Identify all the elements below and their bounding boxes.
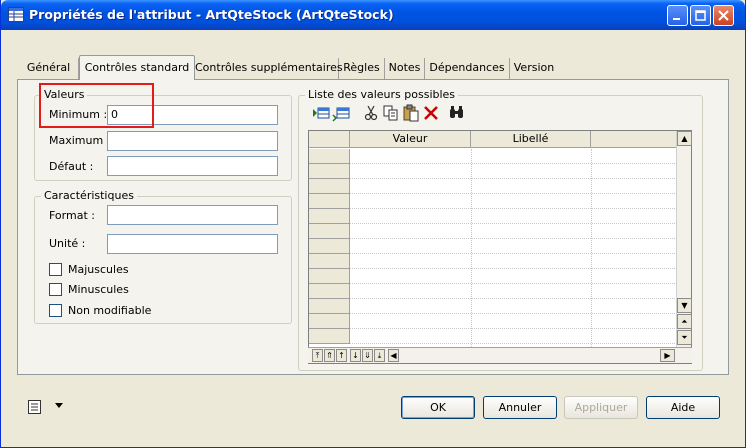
non-modifiable-label: Non modifiable bbox=[68, 304, 152, 317]
move-bottom-icon[interactable]: ⤓ bbox=[374, 349, 385, 362]
grid-horizontal-scrollbar: ⤒ ⇑ ↑ ↓ ⇓ ⤓ ◀ ▶ bbox=[308, 347, 692, 363]
row-header[interactable] bbox=[309, 314, 350, 329]
table-row[interactable] bbox=[350, 254, 677, 269]
table-row[interactable] bbox=[350, 269, 677, 284]
valeurs-group-label: Valeurs bbox=[41, 88, 88, 101]
minimize-button[interactable] bbox=[667, 5, 688, 26]
scroll-left-button[interactable]: ◀ bbox=[388, 349, 399, 362]
maximize-icon bbox=[695, 10, 706, 21]
tab-regles[interactable]: Règles bbox=[339, 58, 385, 80]
properties-dialog: Propriétés de l'attribut - ArtQteStock (… bbox=[0, 0, 746, 448]
column-header-libelle[interactable]: Libellé bbox=[471, 131, 591, 148]
row-header[interactable] bbox=[309, 194, 350, 209]
annuler-button[interactable]: Annuler bbox=[483, 396, 557, 419]
defaut-label: Défaut : bbox=[49, 160, 94, 173]
delete-icon[interactable] bbox=[422, 104, 440, 122]
row-header[interactable] bbox=[309, 299, 350, 314]
window-title: Propriétés de l'attribut - ArtQteStock (… bbox=[29, 7, 394, 22]
dropdown-arrow-icon[interactable] bbox=[55, 403, 63, 409]
grid-corner-header bbox=[309, 131, 350, 148]
table-row[interactable] bbox=[350, 314, 677, 329]
table-row[interactable] bbox=[350, 149, 677, 164]
values-grid[interactable]: Valeur Libellé bbox=[308, 130, 692, 364]
unite-label: Unité : bbox=[49, 237, 86, 250]
row-header[interactable] bbox=[309, 209, 350, 224]
caracteristiques-group-label: Caractéristiques bbox=[41, 189, 137, 202]
row-header[interactable] bbox=[309, 179, 350, 194]
row-header[interactable] bbox=[309, 164, 350, 179]
format-input[interactable] bbox=[107, 205, 278, 225]
minuscules-label: Minuscules bbox=[68, 283, 129, 296]
row-header[interactable] bbox=[309, 149, 350, 164]
column-divider bbox=[471, 149, 472, 347]
move-down-page-icon[interactable]: ⇓ bbox=[362, 349, 373, 362]
table-row[interactable] bbox=[350, 329, 677, 344]
row-header[interactable] bbox=[309, 329, 350, 344]
format-label: Format : bbox=[49, 209, 95, 222]
liste-valeurs-group-label: Liste des valeurs possibles bbox=[305, 88, 459, 101]
column-divider bbox=[591, 149, 592, 347]
minimize-icon bbox=[673, 18, 680, 20]
table-row[interactable] bbox=[350, 239, 677, 254]
cut-icon[interactable] bbox=[362, 104, 380, 122]
row-header[interactable] bbox=[309, 269, 350, 284]
copy-icon[interactable] bbox=[382, 104, 400, 122]
insert-row-icon[interactable] bbox=[312, 104, 330, 122]
dialog-app-icon bbox=[8, 7, 24, 22]
move-up-icon[interactable]: ↑ bbox=[336, 349, 347, 362]
tab-dependances[interactable]: Dépendances bbox=[425, 58, 510, 80]
table-row[interactable] bbox=[350, 179, 677, 194]
table-row[interactable] bbox=[350, 194, 677, 209]
scroll-to-bottom-button[interactable]: ⏷ bbox=[677, 330, 692, 345]
majuscules-label: Majuscules bbox=[68, 263, 129, 276]
row-header[interactable] bbox=[309, 284, 350, 299]
maximize-button[interactable] bbox=[690, 5, 711, 26]
table-row[interactable] bbox=[350, 164, 677, 179]
scroll-up-button[interactable]: ▲ bbox=[677, 131, 692, 146]
move-down-icon[interactable]: ↓ bbox=[350, 349, 361, 362]
column-header-empty bbox=[591, 131, 677, 148]
move-top-icon[interactable]: ⤒ bbox=[312, 349, 323, 362]
row-header[interactable] bbox=[309, 224, 350, 239]
majuscules-checkbox[interactable] bbox=[49, 263, 62, 276]
unite-input[interactable] bbox=[107, 234, 278, 254]
table-row[interactable] bbox=[350, 299, 677, 314]
scroll-to-top-button[interactable]: ⏶ bbox=[677, 314, 692, 329]
find-icon[interactable] bbox=[448, 104, 466, 122]
close-icon bbox=[718, 10, 729, 21]
minimum-input[interactable]: 0 bbox=[107, 105, 278, 125]
minimum-label: Minimum : bbox=[49, 108, 108, 121]
appliquer-button[interactable]: Appliquer bbox=[564, 396, 638, 419]
maximum-label: Maximum : bbox=[49, 134, 111, 147]
move-up-page-icon[interactable]: ⇑ bbox=[324, 349, 335, 362]
row-header[interactable] bbox=[309, 254, 350, 269]
title-bar[interactable]: Propriétés de l'attribut - ArtQteStock (… bbox=[1, 0, 745, 30]
tab-general[interactable]: Général bbox=[19, 58, 79, 80]
tab-controles-standard[interactable]: Contrôles standard bbox=[79, 55, 195, 80]
table-row[interactable] bbox=[350, 209, 677, 224]
scroll-right-button[interactable]: ▶ bbox=[660, 349, 675, 362]
row-header[interactable] bbox=[309, 239, 350, 254]
minuscules-checkbox[interactable] bbox=[49, 283, 62, 296]
table-row[interactable] bbox=[350, 224, 677, 239]
paste-icon[interactable] bbox=[402, 104, 420, 122]
tab-notes[interactable]: Notes bbox=[385, 58, 425, 80]
table-row[interactable] bbox=[350, 284, 677, 299]
tab-controles-supplementaires[interactable]: Contrôles supplémentaires bbox=[195, 58, 343, 80]
add-row-icon[interactable] bbox=[332, 104, 350, 122]
close-button[interactable] bbox=[713, 5, 734, 26]
column-header-valeur[interactable]: Valeur bbox=[350, 131, 471, 148]
non-modifiable-checkbox[interactable] bbox=[49, 304, 62, 317]
defaut-input[interactable] bbox=[107, 156, 278, 176]
ok-button[interactable]: OK bbox=[401, 396, 475, 419]
tab-version[interactable]: Version bbox=[510, 58, 558, 80]
aide-button[interactable]: Aide bbox=[646, 396, 720, 419]
scroll-down-button[interactable]: ▼ bbox=[677, 298, 692, 313]
maximum-input[interactable] bbox=[107, 131, 278, 151]
list-menu-icon[interactable] bbox=[27, 399, 43, 415]
grid-vertical-scrollbar[interactable]: ▲ ▼ ⏶ ⏷ bbox=[676, 131, 692, 347]
